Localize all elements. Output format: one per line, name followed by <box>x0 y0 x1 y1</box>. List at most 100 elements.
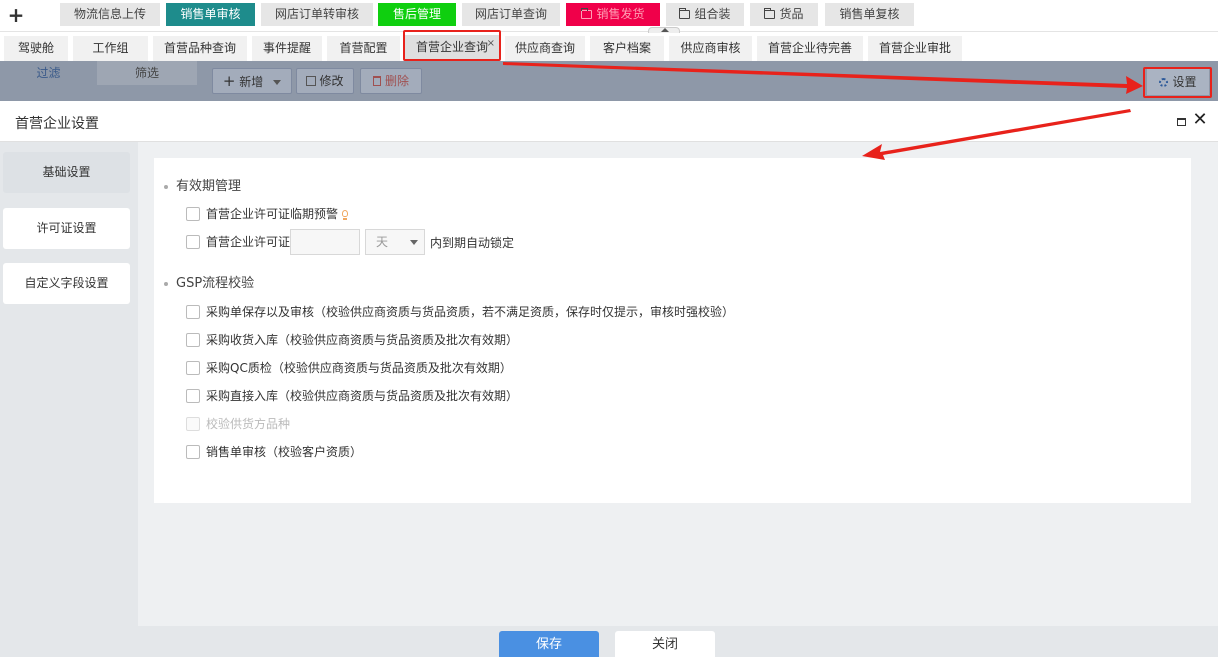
module-tab-goods[interactable]: 货品 <box>750 3 818 26</box>
settings-sidenav: 基础设置 许可证设置 自定义字段设置 <box>0 142 138 626</box>
settings-modal: 首营企业设置 ✕ 基础设置 许可证设置 自定义字段设置 有效期管理 首营企业许可… <box>0 101 1218 657</box>
tab-first-enterprise-approval[interactable]: 首营企业审批 <box>868 36 962 61</box>
maximize-icon[interactable] <box>1177 118 1186 126</box>
module-tab-sales-order-audit[interactable]: 销售单审核 <box>166 3 255 26</box>
module-tab-label: 销售发货 <box>596 7 645 21</box>
auto-lock-suffix: 内到期自动锁定 <box>430 236 515 250</box>
module-tab-combo[interactable]: 组合装 <box>666 3 744 26</box>
annotation-box-active-tab <box>403 30 501 61</box>
lock-days-input[interactable] <box>290 229 360 255</box>
trash-icon <box>372 76 381 86</box>
tab-event-reminder[interactable]: 事件提醒 <box>252 36 322 61</box>
option-label: 采购单保存以及审核（校验供应商资质与货品资质，若不满足资质，保存时仅提示，审核时… <box>206 305 735 319</box>
screen-tab[interactable]: 筛选 <box>97 61 197 85</box>
gsp-option[interactable]: 销售单审核（校验客户资质） <box>186 444 362 462</box>
tab-label: 客户档案 <box>602 41 651 55</box>
chevron-down-icon <box>410 240 418 245</box>
nav-custom-field-settings[interactable]: 自定义字段设置 <box>3 263 130 304</box>
save-button[interactable]: 保存 <box>499 631 599 657</box>
option-label: 采购收货入库（校验供应商资质与货品资质及批次有效期） <box>206 333 519 347</box>
option-label: 校验供货方品种 <box>206 417 291 431</box>
tab-customer-archive[interactable]: 客户档案 <box>590 36 664 61</box>
validity-warning-option[interactable]: 首营企业许可证临期预警 <box>186 206 349 224</box>
module-tab-label: 销售单审核 <box>180 7 241 21</box>
bullet-icon <box>164 184 168 189</box>
tab-supplier-audit[interactable]: 供应商审核 <box>669 36 752 61</box>
checkbox[interactable] <box>186 207 200 221</box>
tab-label: 驾驶舱 <box>17 41 54 55</box>
edit-icon <box>306 76 317 86</box>
plus-icon: + <box>222 72 236 90</box>
checkbox[interactable] <box>186 235 200 249</box>
lightbulb-icon[interactable] <box>342 210 349 220</box>
tab-supplier-query[interactable]: 供应商查询 <box>505 36 585 61</box>
gsp-option[interactable]: 采购直接入库（校验供应商资质与货品资质及批次有效期） <box>186 388 518 406</box>
option-label: 首营企业许可证 <box>206 235 291 249</box>
gsp-option[interactable]: 采购收货入库（校验供应商资质与货品资质及批次有效期） <box>186 332 518 350</box>
tab-label: 事件提醒 <box>262 41 311 55</box>
annotation-box-settings <box>1143 67 1212 98</box>
module-tab-sales-shipping[interactable]: 销售发货 <box>566 3 660 26</box>
lock-unit-select[interactable]: 天 <box>365 229 425 255</box>
add-button-label: 新增 <box>239 75 264 89</box>
section-title: 有效期管理 <box>176 179 242 194</box>
gsp-option[interactable]: 采购QC质检（校验供应商资质与货品资质及批次有效期） <box>186 360 512 378</box>
checkbox[interactable] <box>186 333 200 347</box>
module-bar: + 物流信息上传 销售单审核 网店订单转审核 售后管理 网店订单查询 销售发货 … <box>0 0 1218 33</box>
tab-workgroup[interactable]: 工作组 <box>73 36 148 61</box>
modal-header: 首营企业设置 ✕ <box>0 101 1218 142</box>
tab-label: 首营企业审批 <box>878 41 951 55</box>
module-tab-online-order-to-audit[interactable]: 网店订单转审核 <box>261 3 373 26</box>
checkbox <box>186 417 200 431</box>
section-gsp: GSP流程校验 <box>164 272 254 291</box>
folder-icon <box>764 8 776 19</box>
option-label: 采购QC质检（校验供应商资质与货品资质及批次有效期） <box>206 361 512 375</box>
tab-first-variety-query[interactable]: 首营品种查询 <box>153 36 247 61</box>
nav-license-settings[interactable]: 许可证设置 <box>3 208 130 249</box>
module-tab-label: 网店订单转审核 <box>274 7 359 21</box>
section-validity: 有效期管理 <box>164 175 241 194</box>
module-tab-label: 网店订单查询 <box>474 7 547 21</box>
tab-cockpit[interactable]: 驾驶舱 <box>4 36 68 61</box>
checkbox[interactable] <box>186 305 200 319</box>
bullet-icon <box>164 281 168 286</box>
module-tab-label: 销售单复核 <box>839 7 900 21</box>
close-button[interactable]: 关闭 <box>615 631 715 657</box>
folder-icon <box>679 8 691 19</box>
select-value: 天 <box>376 235 389 249</box>
module-tab-after-sales[interactable]: 售后管理 <box>378 3 456 26</box>
auto-lock-option[interactable]: 首营企业许可证 <box>186 234 290 252</box>
tab-label: 首营配置 <box>339 41 388 55</box>
delete-button-label: 删除 <box>384 74 409 88</box>
close-icon[interactable]: ✕ <box>1192 110 1208 130</box>
add-button[interactable]: + 新增 <box>212 68 292 94</box>
checkbox[interactable] <box>186 445 200 459</box>
filter-tab[interactable]: 过滤 <box>0 61 97 85</box>
section-title: GSP流程校验 <box>176 276 255 291</box>
module-tab-logistics-upload[interactable]: 物流信息上传 <box>60 3 160 26</box>
settings-panel: 有效期管理 首营企业许可证临期预警 首营企业许可证 天 内到期自动锁定 GSP流… <box>154 158 1191 503</box>
module-tab-online-order-query[interactable]: 网店订单查询 <box>462 3 560 26</box>
option-label: 采购直接入库（校验供应商资质与货品资质及批次有效期） <box>206 389 519 403</box>
nav-basic-settings[interactable]: 基础设置 <box>3 152 130 193</box>
delete-button[interactable]: 删除 <box>360 68 422 94</box>
checkbox[interactable] <box>186 389 200 403</box>
module-tab-sales-order-recheck[interactable]: 销售单复核 <box>825 3 914 26</box>
gsp-option[interactable]: 采购单保存以及审核（校验供应商资质与货品资质，若不满足资质，保存时仅提示，审核时… <box>186 304 734 322</box>
option-label: 销售单审核（校验客户资质） <box>206 445 363 459</box>
tab-first-enterprise-pending[interactable]: 首营企业待完善 <box>757 36 863 61</box>
tab-first-config[interactable]: 首营配置 <box>327 36 400 61</box>
folder-icon <box>581 8 593 19</box>
toolbar: 过滤 筛选 + 新增 修改 删除 设置 <box>0 61 1218 101</box>
chevron-down-icon <box>273 80 282 85</box>
page-tab-bar: 驾驶舱 工作组 首营品种查询 事件提醒 首营配置 首营企业查询 × 供应商查询 客… <box>0 33 1218 61</box>
checkbox[interactable] <box>186 361 200 375</box>
module-tab-label: 物流信息上传 <box>73 7 146 21</box>
edit-button[interactable]: 修改 <box>296 68 354 94</box>
gsp-option-disabled: 校验供货方品种 <box>186 416 290 434</box>
add-module-button[interactable]: + <box>6 4 26 26</box>
edit-button-label: 修改 <box>319 74 344 88</box>
option-label: 首营企业许可证临期预警 <box>206 207 339 221</box>
tab-label: 工作组 <box>92 41 129 55</box>
modal-title: 首营企业设置 <box>15 116 99 132</box>
